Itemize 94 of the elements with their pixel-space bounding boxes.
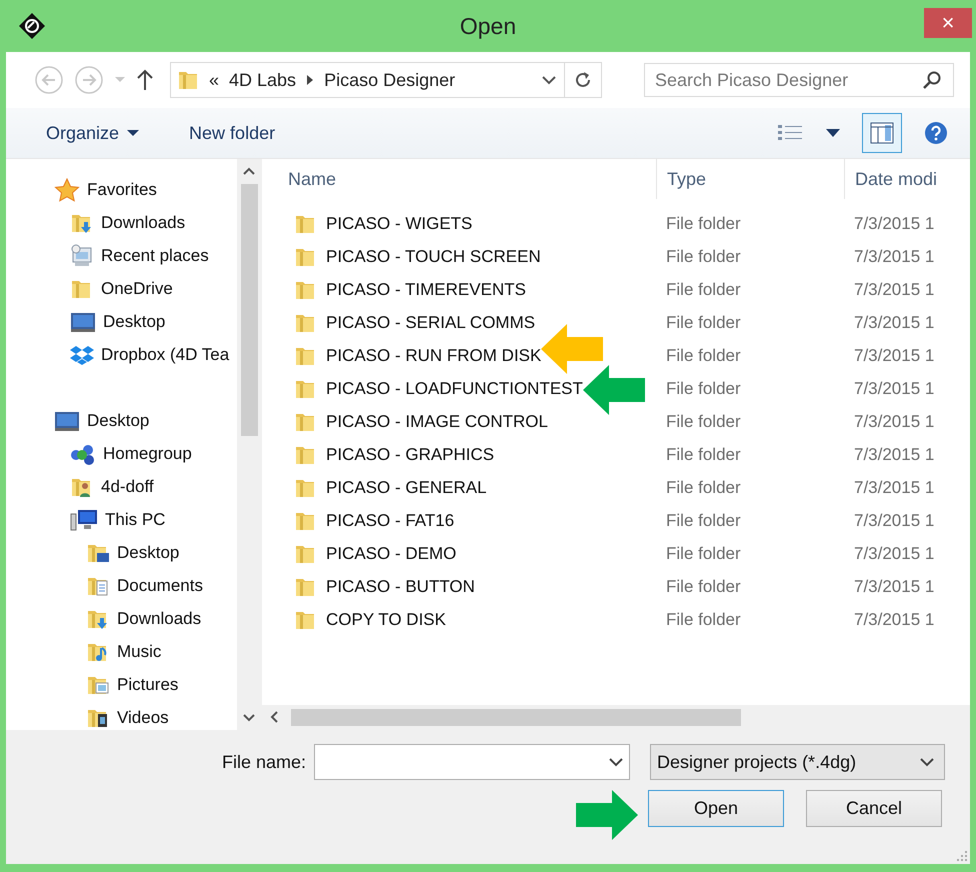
- sidebar-item[interactable]: Homegroup: [6, 437, 237, 470]
- search-field[interactable]: Search Picaso Designer: [644, 63, 954, 97]
- breadcrumb[interactable]: Picaso Designer: [324, 70, 456, 90]
- preview-pane-icon: [870, 122, 894, 144]
- file-name[interactable]: PICASO - WIGETS: [326, 214, 472, 232]
- file-type: File folder: [665, 544, 742, 564]
- sidebar-item[interactable]: Desktop: [6, 404, 237, 437]
- file-type: File folder: [665, 444, 742, 464]
- column-header[interactable]: Date modi: [844, 159, 970, 199]
- file-name[interactable]: PICASO - TOUCH SCREEN: [326, 246, 541, 266]
- file-name-field[interactable]: [314, 744, 630, 780]
- date-modified: 7/3/2015 1: [853, 544, 934, 564]
- new-folder-button[interactable]: New folder: [183, 118, 282, 148]
- dropdown-icon: [920, 757, 934, 767]
- file-name[interactable]: PICASO - LOADFUNCTIONTEST: [326, 378, 583, 398]
- close-button[interactable]: ×: [924, 8, 972, 38]
- window-title: Open: [458, 12, 518, 40]
- file-name[interactable]: PICASO - FAT16: [326, 510, 454, 530]
- sidebar-item[interactable]: 4d-doff: [6, 470, 237, 503]
- date-modified: 7/3/2015 1: [853, 214, 934, 234]
- scroll-thumb[interactable]: [291, 709, 741, 726]
- file-type: File folder: [665, 510, 742, 530]
- date-modified: 7/3/2015 1: [853, 478, 934, 498]
- file-type: File folder: [665, 280, 742, 300]
- sidebar-item[interactable]: Favorites: [6, 173, 237, 206]
- file-name[interactable]: PICASO - IMAGE CONTROL: [326, 412, 548, 430]
- help-icon[interactable]: [924, 121, 948, 145]
- computer-icon: [70, 508, 98, 532]
- date-modified: 7/3/2015 1: [853, 576, 934, 596]
- scrollbar[interactable]: [237, 159, 262, 730]
- sidebar-item[interactable]: This PC: [6, 503, 237, 536]
- file-type: File folder: [665, 346, 742, 366]
- file-name[interactable]: COPY TO DISK: [326, 610, 446, 628]
- file-type: File folder: [665, 478, 742, 498]
- date-modified: 7/3/2015 1: [853, 280, 934, 300]
- file-name[interactable]: PICASO - GRAPHICS: [326, 444, 494, 464]
- file-name[interactable]: PICASO - SERIAL COMMS: [326, 312, 536, 332]
- up-arrow-icon[interactable]: [136, 69, 154, 91]
- sidebar-item[interactable]: Pictures: [6, 668, 237, 701]
- chevron-right-icon: [306, 75, 314, 85]
- breadcrumb[interactable]: 4D Labs: [229, 70, 296, 90]
- app-logo-icon: [18, 12, 46, 40]
- column-header[interactable]: Name: [262, 168, 656, 190]
- open-button[interactable]: Open: [648, 790, 784, 827]
- file-name[interactable]: PICASO - DEMO: [326, 544, 456, 562]
- cancel-button[interactable]: Cancel: [806, 790, 942, 827]
- file-type: File folder: [665, 576, 742, 596]
- resize-grip-icon[interactable]: [956, 850, 968, 862]
- file-type-dropdown[interactable]: Designer projects (*.4dg): [650, 744, 945, 780]
- file-type: File folder: [665, 214, 742, 234]
- file-type: File folder: [665, 246, 742, 266]
- organize-menu[interactable]: Organize: [40, 118, 146, 148]
- file-name[interactable]: PICASO - RUN FROM DISK: [326, 346, 542, 364]
- caret-icon[interactable]: [826, 129, 840, 137]
- sidebar-item[interactable]: Videos: [6, 701, 237, 730]
- sidebar-item[interactable]: Recent places: [6, 239, 237, 272]
- sidebar-item[interactable]: Downloads: [6, 206, 237, 239]
- sidebar-item[interactable]: Desktop: [6, 536, 237, 569]
- preview-pane-button[interactable]: [862, 113, 902, 153]
- star-icon: [54, 178, 80, 202]
- sidebar-item[interactable]: Documents: [6, 569, 237, 602]
- sidebar-item[interactable]: Dropbox (4D Tea: [6, 338, 237, 371]
- dropdown-icon: [609, 757, 623, 767]
- file-type: File folder: [665, 378, 742, 398]
- address-bar[interactable]: « 4D Labs Picaso Designer: [170, 62, 602, 98]
- date-modified: 7/3/2015 1: [853, 444, 934, 464]
- recent-places-icon: [70, 244, 94, 268]
- file-name[interactable]: PICASO - TIMEREVENTS: [326, 280, 526, 298]
- caret-icon: [127, 129, 140, 137]
- sidebar-item[interactable]: Downloads: [6, 602, 237, 635]
- sidebar-item[interactable]: Desktop: [6, 305, 237, 338]
- back-button[interactable]: [34, 65, 64, 95]
- scroll-thumb[interactable]: [241, 184, 258, 436]
- file-name[interactable]: PICASO - GENERAL: [326, 478, 487, 496]
- date-modified: 7/3/2015 1: [853, 510, 934, 530]
- sidebar-item[interactable]: Music: [6, 635, 237, 668]
- search-icon: [922, 70, 942, 90]
- file-type: File folder: [665, 412, 742, 432]
- date-modified: 7/3/2015 1: [853, 412, 934, 432]
- date-modified: 7/3/2015 1: [853, 346, 934, 366]
- sidebar-item[interactable]: OneDrive: [6, 272, 237, 305]
- field-label: File name:: [222, 752, 307, 772]
- refresh-icon[interactable]: [573, 70, 593, 90]
- date-modified: 7/3/2015 1: [853, 610, 934, 630]
- date-modified: 7/3/2015 1: [853, 246, 934, 266]
- file-name[interactable]: PICASO - BUTTON: [326, 576, 475, 596]
- column-header[interactable]: Type: [656, 159, 844, 199]
- file-type: File folder: [665, 610, 742, 630]
- date-modified: 7/3/2015 1: [853, 378, 934, 398]
- date-modified: 7/3/2015 1: [853, 312, 934, 332]
- overflow-chevron[interactable]: «: [209, 70, 220, 90]
- view-list-icon[interactable]: [778, 123, 804, 143]
- file-type: File folder: [665, 312, 742, 332]
- forward-button[interactable]: [74, 65, 104, 95]
